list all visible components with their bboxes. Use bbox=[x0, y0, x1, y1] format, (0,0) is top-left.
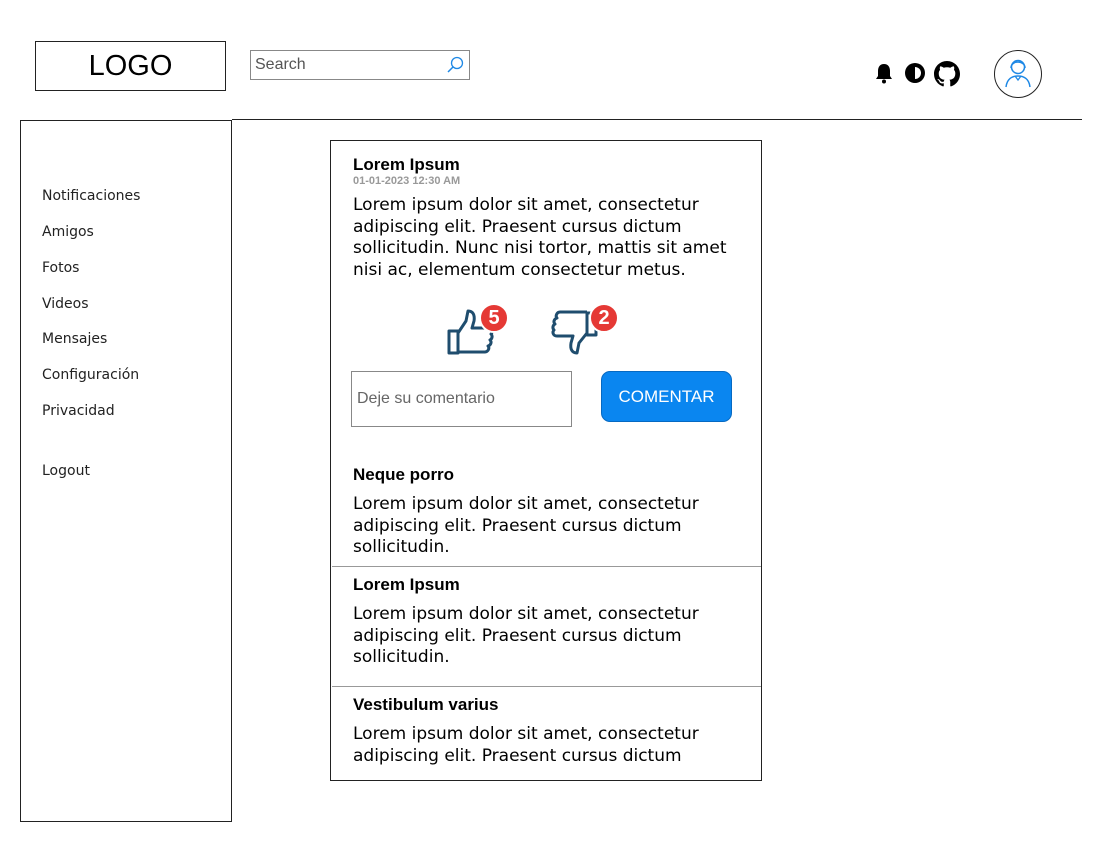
thumbs-down-icon bbox=[549, 310, 599, 359]
post-feed: Lorem Ipsum 01-01-2023 12:30 AM Lorem ip… bbox=[330, 140, 762, 781]
user-avatar-icon bbox=[1001, 55, 1035, 94]
post-divider bbox=[332, 686, 761, 687]
github-icon[interactable] bbox=[934, 61, 960, 87]
search-input[interactable] bbox=[255, 56, 440, 74]
post-title: Neque porro bbox=[353, 465, 455, 484]
like-button[interactable]: 5 bbox=[446, 303, 509, 355]
comment-input[interactable] bbox=[357, 390, 567, 408]
sidebar-item-notificaciones[interactable]: Notificaciones bbox=[42, 188, 140, 204]
like-count-badge: 5 bbox=[479, 303, 509, 333]
post-divider bbox=[332, 566, 761, 567]
comment-button[interactable]: COMENTAR bbox=[601, 371, 732, 422]
post-body: Lorem ipsum dolor sit amet, consectetur … bbox=[353, 724, 699, 766]
post-title: Vestibulum varius bbox=[353, 695, 499, 714]
sidebar-item-videos[interactable]: Videos bbox=[42, 296, 89, 312]
post-title: Lorem Ipsum bbox=[353, 575, 460, 594]
dislike-count-badge: 2 bbox=[589, 303, 619, 333]
post-body: Lorem ipsum dolor sit amet, consectetur … bbox=[353, 494, 699, 558]
post-body: Lorem ipsum dolor sit amet, consectetur … bbox=[353, 195, 727, 280]
sidebar-item-privacidad[interactable]: Privacidad bbox=[42, 403, 115, 419]
sidebar-item-fotos[interactable]: Fotos bbox=[42, 260, 79, 276]
post-body: Lorem ipsum dolor sit amet, consectetur … bbox=[353, 604, 699, 668]
logout-link[interactable]: Logout bbox=[42, 463, 90, 479]
logo[interactable]: LOGO bbox=[35, 41, 226, 91]
sidebar-item-mensajes[interactable]: Mensajes bbox=[42, 331, 107, 347]
avatar[interactable] bbox=[994, 50, 1042, 98]
sidebar-item-configuracion[interactable]: Configuración bbox=[42, 367, 139, 383]
sidebar-item-amigos[interactable]: Amigos bbox=[42, 224, 94, 240]
thumbs-up-icon bbox=[446, 309, 496, 359]
search-icon[interactable] bbox=[445, 55, 465, 75]
dislike-button[interactable]: 2 bbox=[549, 303, 619, 355]
logo-text: LOGO bbox=[88, 49, 173, 82]
search-bar[interactable] bbox=[250, 50, 470, 80]
bell-icon[interactable] bbox=[872, 61, 896, 85]
header-divider bbox=[232, 119, 1082, 120]
comment-field[interactable] bbox=[351, 371, 572, 427]
post-date: 01-01-2023 12:30 AM bbox=[353, 175, 461, 187]
contrast-icon[interactable] bbox=[903, 61, 927, 85]
post-title: Lorem Ipsum bbox=[353, 155, 460, 174]
